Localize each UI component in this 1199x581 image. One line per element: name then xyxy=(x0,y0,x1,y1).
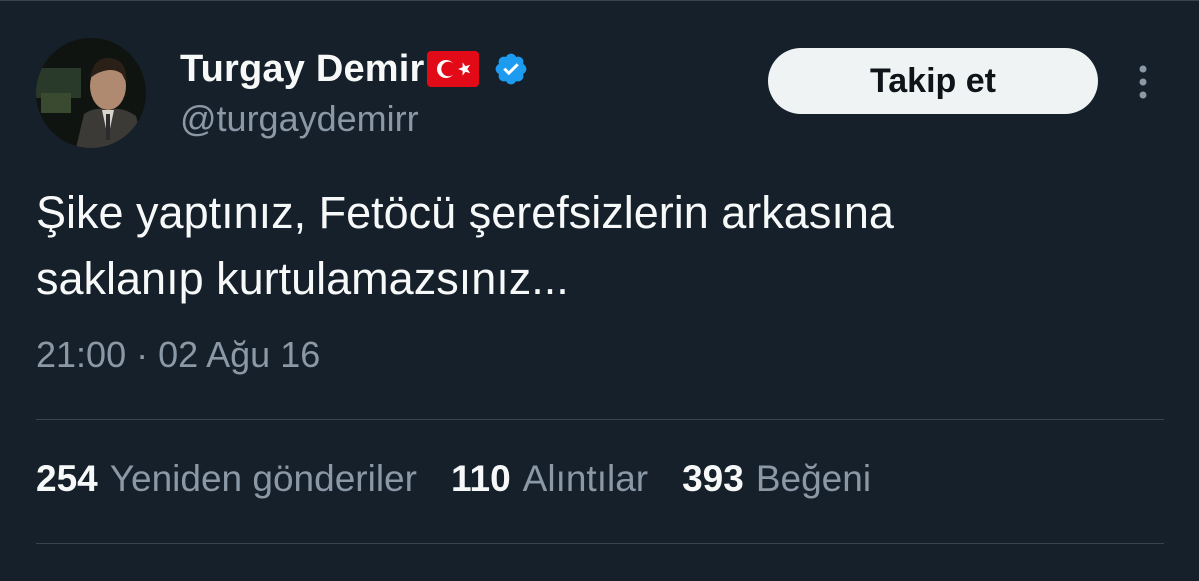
engagement-stats: 254 Yeniden gönderiler 110 Alıntılar 393… xyxy=(36,458,905,500)
divider xyxy=(36,543,1164,544)
likes-count: 393 xyxy=(682,458,744,499)
name-row: Turgay Demir xyxy=(180,44,529,94)
reposts-count: 254 xyxy=(36,458,98,499)
tweet-timestamp[interactable]: 21:00 · 02 Ağu 16 xyxy=(36,334,320,376)
likes-label: Beğeni xyxy=(755,458,872,499)
turkey-flag-icon xyxy=(426,51,479,87)
top-border xyxy=(0,0,1199,1)
display-name[interactable]: Turgay Demir xyxy=(180,48,425,91)
tweet-text: Şike yaptınız, Fetöcü şerefsizlerin arka… xyxy=(36,180,1156,312)
tweet-text-line: Şike yaptınız, Fetöcü şerefsizlerin arka… xyxy=(36,187,894,238)
avatar[interactable] xyxy=(36,38,146,148)
more-vertical-icon xyxy=(1139,65,1147,99)
quotes-stat[interactable]: 110 Alıntılar xyxy=(451,458,648,500)
reposts-label: Yeniden gönderiler xyxy=(109,458,417,499)
more-options-button[interactable] xyxy=(1128,60,1158,104)
reposts-stat[interactable]: 254 Yeniden gönderiler xyxy=(36,458,417,500)
likes-stat[interactable]: 393 Beğeni xyxy=(682,458,871,500)
divider xyxy=(36,419,1164,420)
tweet-card: Turgay Demir @turgaydemirr Takip et Şike… xyxy=(0,0,1199,581)
quotes-count: 110 xyxy=(450,458,511,499)
user-handle[interactable]: @turgaydemirr xyxy=(180,98,419,140)
quotes-label: Alıntılar xyxy=(522,458,649,499)
verified-badge-icon[interactable] xyxy=(493,51,529,87)
tweet-text-line: saklanıp kurtulamazsınız... xyxy=(36,253,569,304)
follow-button[interactable]: Takip et xyxy=(768,48,1098,114)
